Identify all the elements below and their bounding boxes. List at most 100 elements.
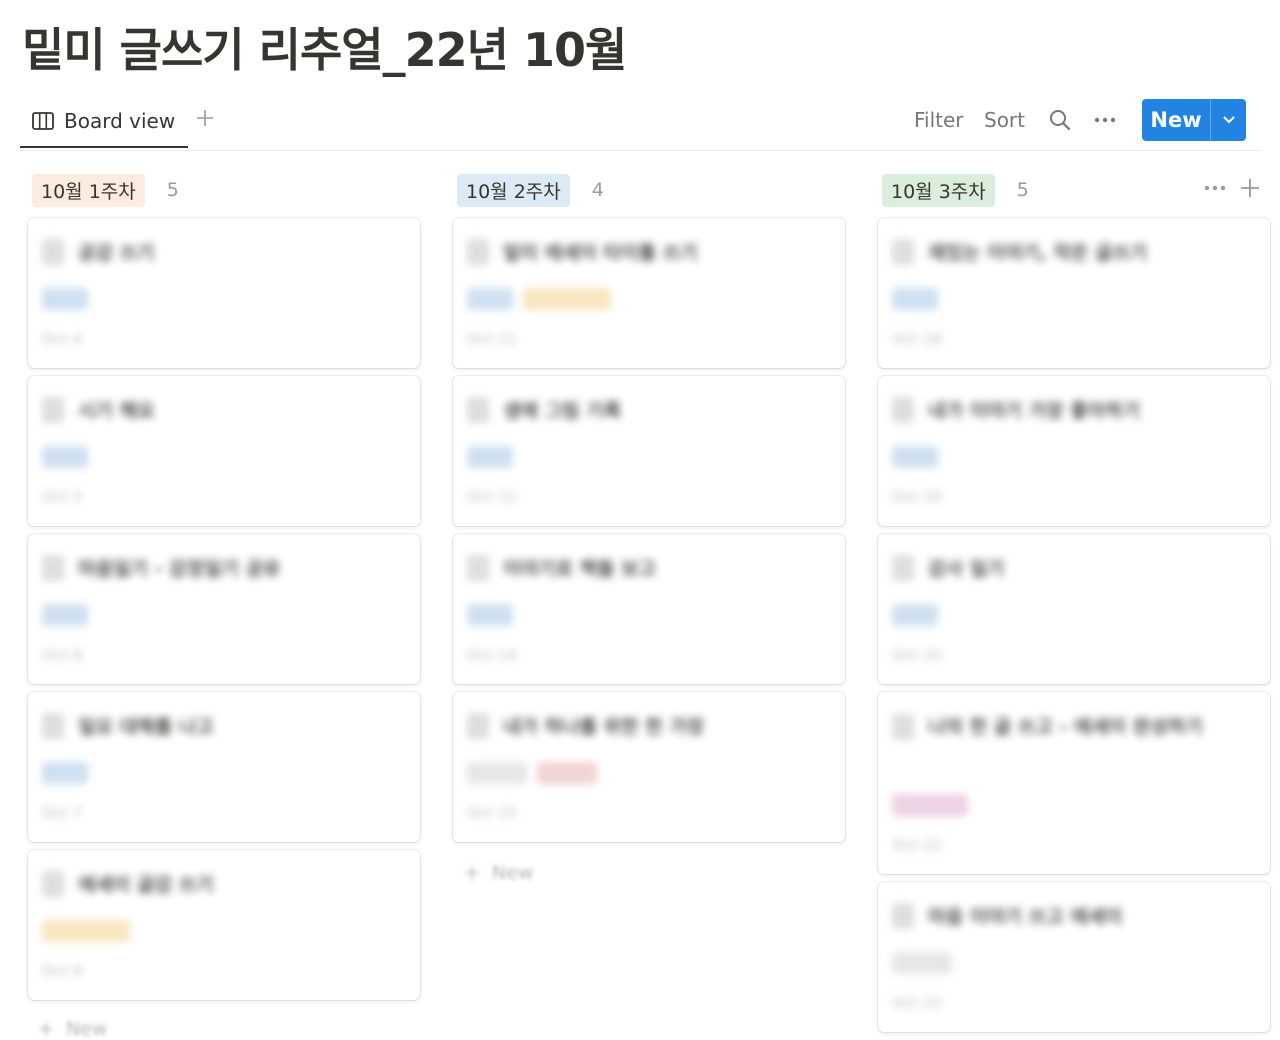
- view-bar: Board view Filter Sort New: [20, 96, 1260, 151]
- page-icon: [467, 554, 489, 581]
- card-date: Oct 11: [467, 330, 517, 348]
- more-icon: [1094, 117, 1116, 123]
- add-group-card-button[interactable]: [1240, 178, 1260, 202]
- card-title: 마음 이야기 쓰고 에세이: [928, 906, 1123, 928]
- filter-button[interactable]: Filter: [914, 108, 964, 132]
- card-date: Oct 14: [467, 646, 517, 664]
- board-card[interactable]: 밑미 에세이 타이틀 쓰기 Oct 11: [453, 218, 845, 368]
- card-title: 이야기로 책들 보고: [503, 558, 657, 580]
- board-card[interactable]: 생애 그림 기록 Oct 12: [453, 376, 845, 526]
- group-actions: [1204, 174, 1260, 206]
- card-title-row: 감사 일기: [892, 554, 1005, 581]
- group-header-week3[interactable]: 10월 3주차 5: [882, 173, 1029, 207]
- card-tag: [42, 762, 88, 784]
- board-card[interactable]: 감사 일기 Oct 20: [878, 534, 1270, 684]
- card-date: Oct 12: [467, 488, 517, 506]
- tab-board-view-label: Board view: [64, 109, 176, 133]
- card-date: Oct 19: [892, 488, 942, 506]
- new-button[interactable]: New: [1142, 99, 1246, 141]
- group-count: 4: [591, 179, 604, 201]
- board-card[interactable]: 마음일기 - 감정일기 공유 Oct 6: [28, 534, 420, 684]
- page-icon: [467, 712, 489, 739]
- card-tags: [467, 604, 513, 626]
- page-icon: [892, 238, 914, 265]
- page-icon: [42, 870, 64, 897]
- card-date: Oct 22: [892, 836, 942, 854]
- card-tags: [42, 762, 88, 784]
- page-icon: [467, 238, 489, 265]
- board-card[interactable]: 마음 이야기 쓰고 에세이 Oct 23: [878, 882, 1270, 1032]
- group-count: 5: [166, 179, 179, 201]
- card-title-row: 시기 해요: [42, 396, 155, 423]
- board-card[interactable]: 재밌는 이야기, 작은 글쓰기 Oct 18: [878, 218, 1270, 368]
- card-title: 내가 하나를 위한 한 가장: [503, 716, 705, 738]
- board-card[interactable]: 에세이 글감 쓰기 Oct 8: [28, 850, 420, 1000]
- group-label: 10월 1주차: [32, 173, 145, 207]
- board-icon: [32, 112, 54, 130]
- board-card[interactable]: 내가 이야기 가장 좋아하기 Oct 19: [878, 376, 1270, 526]
- card-title-row: 일요 대해를 나고: [42, 712, 214, 739]
- more-options-button[interactable]: [1094, 110, 1116, 135]
- card-date: Oct 6: [42, 646, 83, 664]
- card-title-row: 마음일기 - 감정일기 공유: [42, 554, 281, 581]
- add-card-button[interactable]: New: [38, 1018, 107, 1040]
- card-tags: [892, 604, 938, 626]
- card-title-row: 생애 그림 기록: [467, 396, 621, 423]
- card-title: 에세이 글감 쓰기: [78, 874, 214, 896]
- add-view-button[interactable]: [196, 104, 214, 134]
- card-date: Oct 23: [892, 994, 942, 1012]
- page-icon: [892, 714, 914, 740]
- card-title-row: 에세이 글감 쓰기: [42, 870, 214, 897]
- card-tag: [523, 288, 611, 310]
- card-tag: [892, 952, 952, 974]
- card-title: 밑미 에세이 타이틀 쓰기: [503, 242, 698, 264]
- plus-icon: [39, 1022, 53, 1036]
- card-title: 일요 대해를 나고: [78, 716, 214, 738]
- new-button-label: New: [1150, 108, 1202, 132]
- page-icon: [42, 554, 64, 581]
- card-tag: [42, 920, 130, 942]
- card-tags: [892, 794, 968, 816]
- plus-icon: [465, 866, 479, 880]
- board-card[interactable]: 이야기로 책들 보고 Oct 14: [453, 534, 845, 684]
- card-title-row: 이야기로 책들 보고: [467, 554, 656, 581]
- add-card-button[interactable]: New: [464, 862, 533, 884]
- card-tags: [42, 604, 88, 626]
- card-title-row: 재밌는 이야기, 작은 글쓰기: [892, 238, 1147, 265]
- card-tag: [467, 762, 527, 784]
- card-date: Oct 15: [467, 804, 517, 822]
- group-count: 5: [1016, 179, 1029, 201]
- card-tag: [892, 288, 938, 310]
- board-card[interactable]: 공감 쓰기 Oct 4: [28, 218, 420, 368]
- card-tag: [892, 604, 938, 626]
- more-icon: [1204, 185, 1226, 191]
- card-title: 시기 해요: [78, 400, 155, 422]
- search-button[interactable]: [1048, 108, 1072, 137]
- board-card[interactable]: 시기 해요 Oct 5: [28, 376, 420, 526]
- card-tag: [892, 446, 938, 468]
- chevron-down-icon: [1222, 116, 1235, 124]
- board-card[interactable]: 나의 한 글 쓰고 - 에세이 완성하기 Oct 22: [878, 692, 1270, 874]
- group-header-week2[interactable]: 10월 2주차 4: [457, 173, 604, 207]
- sort-button[interactable]: Sort: [984, 108, 1025, 132]
- card-tags: [467, 762, 597, 784]
- board-card[interactable]: 일요 대해를 나고 Oct 7: [28, 692, 420, 842]
- tab-board-view[interactable]: Board view: [20, 96, 188, 148]
- card-tags: [892, 288, 938, 310]
- card-title: 생애 그림 기록: [503, 400, 622, 422]
- group-header-week1[interactable]: 10월 1주차 5: [32, 173, 179, 207]
- plus-icon: [197, 110, 213, 126]
- card-tags: [467, 288, 611, 310]
- card-tags: [42, 446, 88, 468]
- card-date: Oct 4: [42, 330, 83, 348]
- board-card[interactable]: 내가 하나를 위한 한 가장 Oct 15: [453, 692, 845, 842]
- page-icon: [42, 396, 64, 423]
- card-date: Oct 5: [42, 488, 83, 506]
- card-tag: [42, 604, 88, 626]
- card-title-row: 마음 이야기 쓰고 에세이: [892, 902, 1123, 929]
- card-tag: [42, 446, 88, 468]
- group-more-button[interactable]: [1204, 178, 1226, 202]
- new-dropdown-button[interactable]: [1211, 99, 1246, 141]
- card-tag: [467, 604, 513, 626]
- card-title-row: 나의 한 글 쓰고 - 에세이 완성하기: [892, 712, 1238, 742]
